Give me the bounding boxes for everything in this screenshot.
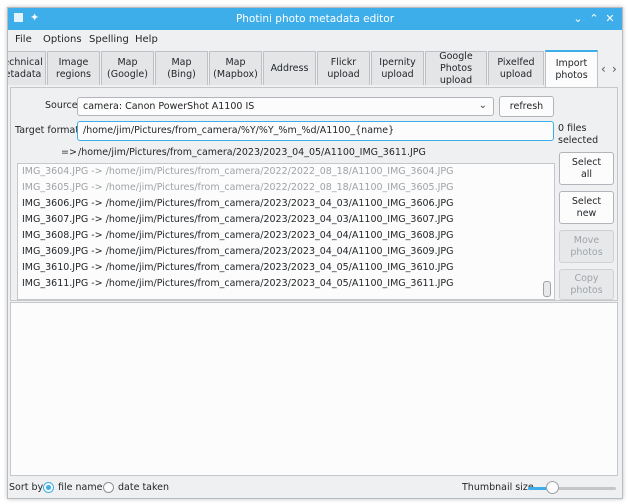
list-scrollbar[interactable] <box>543 281 551 297</box>
tab-ipernity-upload[interactable]: Ipernity upload <box>371 51 424 85</box>
tab-pixelfed-upload[interactable]: Pixelfed upload <box>488 51 544 85</box>
select-all-button[interactable]: Select all <box>559 152 614 185</box>
list-item[interactable]: IMG_3605.JPG -> /home/jim/Pictures/from_… <box>22 182 454 193</box>
sort-file-name-radio[interactable] <box>43 482 54 493</box>
list-item[interactable]: IMG_3610.JPG -> /home/jim/Pictures/from_… <box>22 262 454 273</box>
tab-import-photos[interactable]: Import photos <box>545 50 598 87</box>
sort-date-taken-radio[interactable] <box>103 482 114 493</box>
main-window: ✦ Photini photo metadata editor ⌄ ⌃ ✕ Fi… <box>7 7 623 499</box>
move-photos-button[interactable]: Move photos <box>559 230 614 263</box>
menu-bar: File Options Spelling Help <box>8 30 622 50</box>
source-combobox[interactable]: camera: Canon PowerShot A1100 IS ⌄ <box>77 97 494 116</box>
chevron-down-icon: ⌄ <box>478 100 487 111</box>
target-format-input[interactable]: /home/jim/Pictures/from_camera/%Y/%Y_%m_… <box>77 121 554 141</box>
tab-bar: echnical etadata Image regions Map (Goog… <box>8 50 622 87</box>
example-path: /home/jim/Pictures/from_camera/2023/2023… <box>78 147 426 158</box>
thumbnail-area[interactable] <box>10 302 618 476</box>
list-item[interactable]: IMG_3604.JPG -> /home/jim/Pictures/from_… <box>22 166 454 177</box>
thumbnail-size-slider[interactable] <box>528 481 616 494</box>
list-item[interactable]: IMG_3609.JPG -> /home/jim/Pictures/from_… <box>22 246 454 257</box>
maximize-icon[interactable]: ⌃ <box>586 11 602 27</box>
tab-map-google[interactable]: Map (Google) <box>101 51 154 85</box>
sort-file-name-label[interactable]: file name <box>58 482 102 493</box>
import-panel: Source camera: Canon PowerShot A1100 IS … <box>10 87 618 301</box>
tab-image-regions[interactable]: Image regions <box>47 51 100 85</box>
tab-address[interactable]: Address <box>263 51 316 85</box>
source-label: Source <box>45 100 78 111</box>
list-item[interactable]: IMG_3608.JPG -> /home/jim/Pictures/from_… <box>22 230 454 241</box>
select-new-button[interactable]: Select new <box>559 191 614 224</box>
menu-spelling[interactable]: Spelling <box>89 34 129 45</box>
menu-help[interactable]: Help <box>135 34 158 45</box>
tab-flickr-upload[interactable]: Flickr upload <box>317 51 370 85</box>
minimize-icon[interactable]: ⌄ <box>570 11 586 27</box>
tab-technical-metadata[interactable]: echnical etadata <box>8 51 46 85</box>
tab-map-mapbox[interactable]: Map (Mapbox) <box>209 51 262 85</box>
list-item[interactable]: IMG_3607.JPG -> /home/jim/Pictures/from_… <box>22 214 454 225</box>
target-format-label: Target format <box>15 125 80 136</box>
example-arrow: => <box>61 147 77 158</box>
tab-map-bing[interactable]: Map (Bing) <box>155 51 208 85</box>
title-bar[interactable]: ✦ Photini photo metadata editor ⌄ ⌃ ✕ <box>8 8 622 30</box>
list-item[interactable]: IMG_3606.JPG -> /home/jim/Pictures/from_… <box>22 198 454 209</box>
refresh-button[interactable]: refresh <box>499 96 554 117</box>
file-list[interactable]: IMG_3604.JPG -> /home/jim/Pictures/from_… <box>17 163 555 300</box>
files-selected-count: 0 files selected <box>558 123 599 146</box>
status-bar: Sort by file name date taken Thumbnail s… <box>8 478 622 498</box>
slider-handle[interactable] <box>546 481 559 494</box>
list-item[interactable]: IMG_3611.JPG -> /home/jim/Pictures/from_… <box>22 278 454 289</box>
window-title: Photini photo metadata editor <box>235 13 395 25</box>
tab-scroll-right-icon[interactable]: › <box>612 62 617 76</box>
thumbnail-size-label: Thumbnail size <box>462 482 534 493</box>
copy-photos-button[interactable]: Copy photos <box>559 269 614 300</box>
menu-file[interactable]: File <box>15 34 32 45</box>
sort-by-label: Sort by <box>9 482 44 493</box>
tab-google-photos-upload[interactable]: Google Photos upload <box>425 51 487 86</box>
source-value: camera: Canon PowerShot A1100 IS <box>83 101 255 112</box>
menu-options[interactable]: Options <box>43 34 82 45</box>
tab-scroll-left-icon[interactable]: ‹ <box>601 62 606 76</box>
sort-date-taken-label[interactable]: date taken <box>118 482 169 493</box>
close-icon[interactable]: ✕ <box>602 11 618 27</box>
